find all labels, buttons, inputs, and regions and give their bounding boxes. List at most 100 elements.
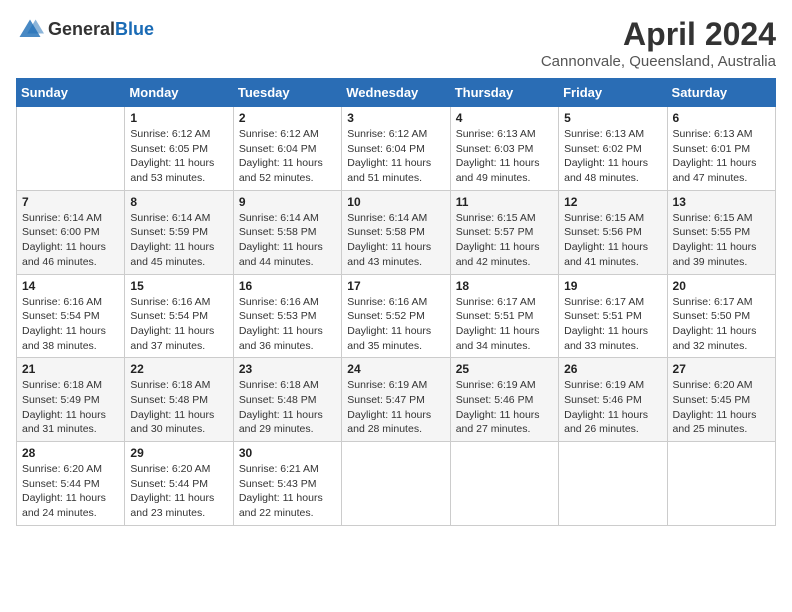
calendar-cell: 12 Sunrise: 6:15 AM Sunset: 5:56 PM Dayli… <box>559 190 667 274</box>
day-info: Sunrise: 6:19 AM Sunset: 5:46 PM Dayligh… <box>564 378 661 437</box>
day-number: 15 <box>130 279 227 293</box>
calendar-row: 14 Sunrise: 6:16 AM Sunset: 5:54 PM Dayli… <box>17 274 776 358</box>
calendar-cell <box>450 442 558 526</box>
day-info: Sunrise: 6:19 AM Sunset: 5:46 PM Dayligh… <box>456 378 553 437</box>
day-info: Sunrise: 6:15 AM Sunset: 5:56 PM Dayligh… <box>564 211 661 270</box>
day-number: 30 <box>239 446 336 460</box>
day-info: Sunrise: 6:17 AM Sunset: 5:51 PM Dayligh… <box>456 295 553 354</box>
calendar-cell <box>342 442 450 526</box>
logo-text-blue: Blue <box>115 19 154 39</box>
day-info: Sunrise: 6:18 AM Sunset: 5:49 PM Dayligh… <box>22 378 119 437</box>
day-number: 19 <box>564 279 661 293</box>
day-number: 27 <box>673 362 770 376</box>
day-info: Sunrise: 6:15 AM Sunset: 5:55 PM Dayligh… <box>673 211 770 270</box>
calendar-row: 21 Sunrise: 6:18 AM Sunset: 5:49 PM Dayli… <box>17 358 776 442</box>
calendar-cell: 24 Sunrise: 6:19 AM Sunset: 5:47 PM Dayli… <box>342 358 450 442</box>
calendar-cell: 8 Sunrise: 6:14 AM Sunset: 5:59 PM Daylig… <box>125 190 233 274</box>
day-number: 28 <box>22 446 119 460</box>
calendar-cell: 3 Sunrise: 6:12 AM Sunset: 6:04 PM Daylig… <box>342 107 450 191</box>
calendar-cell: 11 Sunrise: 6:15 AM Sunset: 5:57 PM Dayli… <box>450 190 558 274</box>
day-number: 7 <box>22 195 119 209</box>
day-number: 5 <box>564 111 661 125</box>
calendar-cell: 27 Sunrise: 6:20 AM Sunset: 5:45 PM Dayli… <box>667 358 775 442</box>
calendar-body: 1Sunrise: 6:12 AM Sunset: 6:05 PM Daylig… <box>17 107 776 526</box>
day-number: 4 <box>456 111 553 125</box>
day-number: 8 <box>130 195 227 209</box>
day-info: Sunrise: 6:21 AM Sunset: 5:43 PM Dayligh… <box>239 462 336 521</box>
day-info: Sunrise: 6:12 AM Sunset: 6:04 PM Dayligh… <box>239 127 336 186</box>
day-info: Sunrise: 6:12 AM Sunset: 6:04 PM Dayligh… <box>347 127 444 186</box>
day-number: 2 <box>239 111 336 125</box>
calendar-cell: 28Sunrise: 6:20 AM Sunset: 5:44 PM Dayli… <box>17 442 125 526</box>
calendar-cell <box>667 442 775 526</box>
day-number: 17 <box>347 279 444 293</box>
day-number: 3 <box>347 111 444 125</box>
day-info: Sunrise: 6:14 AM Sunset: 5:58 PM Dayligh… <box>347 211 444 270</box>
day-info: Sunrise: 6:14 AM Sunset: 5:58 PM Dayligh… <box>239 211 336 270</box>
calendar-cell: 5Sunrise: 6:13 AM Sunset: 6:02 PM Daylig… <box>559 107 667 191</box>
col-saturday: Saturday <box>667 79 775 107</box>
col-sunday: Sunday <box>17 79 125 107</box>
day-info: Sunrise: 6:18 AM Sunset: 5:48 PM Dayligh… <box>239 378 336 437</box>
day-info: Sunrise: 6:15 AM Sunset: 5:57 PM Dayligh… <box>456 211 553 270</box>
day-info: Sunrise: 6:20 AM Sunset: 5:44 PM Dayligh… <box>130 462 227 521</box>
day-number: 24 <box>347 362 444 376</box>
day-number: 1 <box>130 111 227 125</box>
logo-text-general: General <box>48 19 115 39</box>
day-number: 22 <box>130 362 227 376</box>
page-header: GeneralBlue April 2024 Cannonvale, Queen… <box>16 16 776 70</box>
calendar-cell: 20Sunrise: 6:17 AM Sunset: 5:50 PM Dayli… <box>667 274 775 358</box>
calendar-cell: 22Sunrise: 6:18 AM Sunset: 5:48 PM Dayli… <box>125 358 233 442</box>
calendar-cell: 23Sunrise: 6:18 AM Sunset: 5:48 PM Dayli… <box>233 358 341 442</box>
day-number: 29 <box>130 446 227 460</box>
col-tuesday: Tuesday <box>233 79 341 107</box>
day-number: 16 <box>239 279 336 293</box>
day-info: Sunrise: 6:20 AM Sunset: 5:45 PM Dayligh… <box>673 378 770 437</box>
day-number: 11 <box>456 195 553 209</box>
calendar-cell: 15 Sunrise: 6:16 AM Sunset: 5:54 PM Dayli… <box>125 274 233 358</box>
day-number: 25 <box>456 362 553 376</box>
calendar-cell: 2 Sunrise: 6:12 AM Sunset: 6:04 PM Daylig… <box>233 107 341 191</box>
day-number: 13 <box>673 195 770 209</box>
calendar-cell: 13 Sunrise: 6:15 AM Sunset: 5:55 PM Dayli… <box>667 190 775 274</box>
day-number: 21 <box>22 362 119 376</box>
day-info: Sunrise: 6:17 AM Sunset: 5:50 PM Dayligh… <box>673 295 770 354</box>
header-row: Sunday Monday Tuesday Wednesday Thursday… <box>17 79 776 107</box>
day-info: Sunrise: 6:16 AM Sunset: 5:54 PM Dayligh… <box>22 295 119 354</box>
title-section: April 2024 Cannonvale, Queensland, Austr… <box>541 16 776 70</box>
calendar-cell: 18 Sunrise: 6:17 AM Sunset: 5:51 PM Dayli… <box>450 274 558 358</box>
calendar-cell <box>559 442 667 526</box>
calendar-cell: 30 Sunrise: 6:21 AM Sunset: 5:43 PM Dayli… <box>233 442 341 526</box>
calendar-cell: 1Sunrise: 6:12 AM Sunset: 6:05 PM Daylig… <box>125 107 233 191</box>
day-number: 14 <box>22 279 119 293</box>
month-title: April 2024 <box>541 16 776 53</box>
col-friday: Friday <box>559 79 667 107</box>
calendar-row: 1Sunrise: 6:12 AM Sunset: 6:05 PM Daylig… <box>17 107 776 191</box>
calendar-row: 7Sunrise: 6:14 AM Sunset: 6:00 PM Daylig… <box>17 190 776 274</box>
calendar-cell: 4Sunrise: 6:13 AM Sunset: 6:03 PM Daylig… <box>450 107 558 191</box>
calendar-cell: 17 Sunrise: 6:16 AM Sunset: 5:52 PM Dayli… <box>342 274 450 358</box>
calendar-cell: 21 Sunrise: 6:18 AM Sunset: 5:49 PM Dayli… <box>17 358 125 442</box>
calendar-cell: 29 Sunrise: 6:20 AM Sunset: 5:44 PM Dayli… <box>125 442 233 526</box>
calendar-cell: 19 Sunrise: 6:17 AM Sunset: 5:51 PM Dayli… <box>559 274 667 358</box>
calendar-cell: 16 Sunrise: 6:16 AM Sunset: 5:53 PM Dayli… <box>233 274 341 358</box>
day-info: Sunrise: 6:16 AM Sunset: 5:52 PM Dayligh… <box>347 295 444 354</box>
day-info: Sunrise: 6:17 AM Sunset: 5:51 PM Dayligh… <box>564 295 661 354</box>
col-thursday: Thursday <box>450 79 558 107</box>
logo: GeneralBlue <box>16 16 154 44</box>
calendar-cell: 9 Sunrise: 6:14 AM Sunset: 5:58 PM Daylig… <box>233 190 341 274</box>
location-title: Cannonvale, Queensland, Australia <box>541 53 776 70</box>
day-info: Sunrise: 6:16 AM Sunset: 5:53 PM Dayligh… <box>239 295 336 354</box>
day-info: Sunrise: 6:16 AM Sunset: 5:54 PM Dayligh… <box>130 295 227 354</box>
day-info: Sunrise: 6:13 AM Sunset: 6:01 PM Dayligh… <box>673 127 770 186</box>
col-monday: Monday <box>125 79 233 107</box>
day-number: 9 <box>239 195 336 209</box>
day-number: 18 <box>456 279 553 293</box>
calendar-cell: 7Sunrise: 6:14 AM Sunset: 6:00 PM Daylig… <box>17 190 125 274</box>
calendar-cell: 6Sunrise: 6:13 AM Sunset: 6:01 PM Daylig… <box>667 107 775 191</box>
day-info: Sunrise: 6:19 AM Sunset: 5:47 PM Dayligh… <box>347 378 444 437</box>
day-info: Sunrise: 6:14 AM Sunset: 5:59 PM Dayligh… <box>130 211 227 270</box>
calendar-cell: 25 Sunrise: 6:19 AM Sunset: 5:46 PM Dayli… <box>450 358 558 442</box>
calendar-header: Sunday Monday Tuesday Wednesday Thursday… <box>17 79 776 107</box>
day-number: 12 <box>564 195 661 209</box>
